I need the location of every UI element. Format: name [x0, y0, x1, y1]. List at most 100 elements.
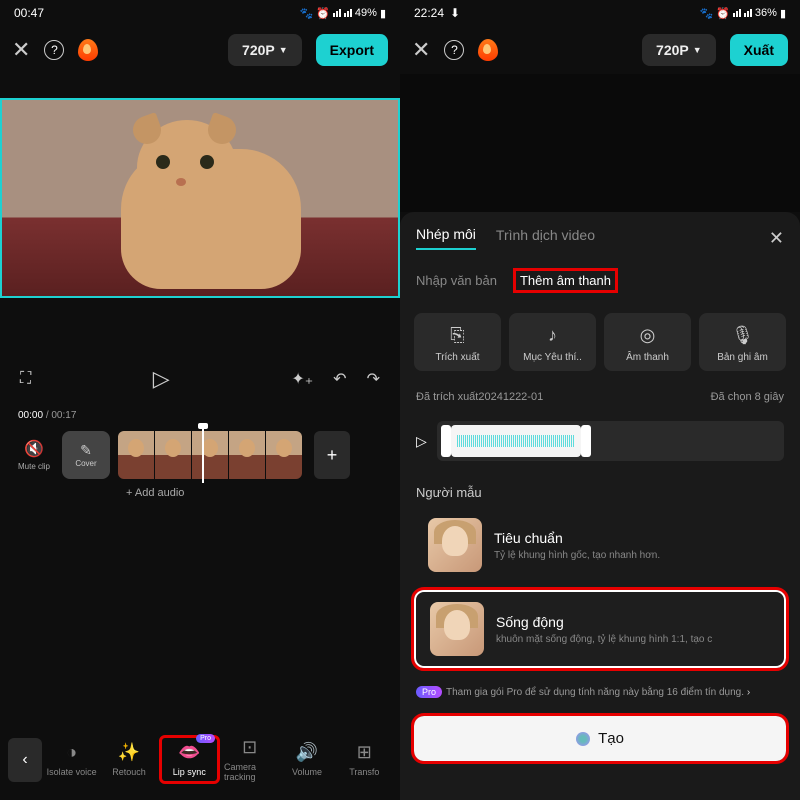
lip-sync-modal: Nhép môi Trình dịch video ✕ Nhập văn bản…: [400, 212, 800, 800]
source-favorites[interactable]: ♪ Mục Yêu thí..: [509, 313, 596, 371]
play-icon[interactable]: ▷: [153, 366, 170, 392]
source-label: Trích xuất: [435, 352, 479, 363]
chevron-down-icon: ▼: [279, 45, 288, 55]
tool-label: Camera tracking: [224, 762, 275, 782]
resolution-button[interactable]: 720P ▼: [228, 34, 302, 66]
extracted-info: Đã trích xuất20241222-01 Đã chọn 8 giây: [400, 381, 800, 413]
fire-icon[interactable]: [478, 39, 498, 61]
pencil-icon: ✎: [80, 442, 92, 459]
lips-icon: 👄: [178, 742, 200, 763]
model-subtitle: Tỷ lệ khung hình gốc, tạo nhanh hơn.: [494, 550, 772, 561]
source-recording[interactable]: 🎙 Bản ghi âm: [699, 313, 786, 371]
resolution-label: 720P: [242, 42, 275, 58]
cover-button[interactable]: ✎ Cover: [62, 431, 110, 479]
close-icon[interactable]: ✕: [412, 37, 430, 63]
source-label: Mục Yêu thí..: [523, 352, 582, 363]
timecode: 00:00 / 00:17: [0, 410, 400, 421]
ai-dot-icon: [576, 732, 590, 746]
close-modal-icon[interactable]: ✕: [769, 228, 784, 249]
export-label: Xuất: [744, 42, 774, 58]
export-label: Export: [330, 42, 374, 58]
tool-label: Transfo: [349, 767, 379, 777]
undo-icon[interactable]: ↶: [333, 369, 346, 389]
tab-video-translate[interactable]: Trình dịch video: [496, 227, 595, 249]
tool-retouch[interactable]: ✨ Retouch: [101, 738, 156, 781]
mic-icon: 🎙: [731, 325, 754, 346]
fire-icon[interactable]: [78, 39, 98, 61]
transform-icon: ⊞: [357, 742, 372, 763]
cover-label: Cover: [75, 459, 96, 468]
subtab-add-audio[interactable]: Thêm âm thanh: [513, 268, 618, 293]
right-screen: 22:24 ⬇ 🐾 ⏰ 36% ▮ ✕ ? 720P ▼ Xuất Nhép m…: [400, 0, 800, 800]
pro-badge: Pro: [416, 686, 442, 698]
back-button[interactable]: ‹: [8, 738, 42, 782]
waveform-track[interactable]: [437, 421, 784, 461]
close-icon[interactable]: ✕: [12, 37, 30, 63]
redo-icon[interactable]: ↷: [367, 369, 380, 389]
model-standard[interactable]: Tiêu chuẩn Tỷ lệ khung hình gốc, tạo nha…: [414, 508, 786, 582]
sparkle-add-icon[interactable]: ✦₊: [291, 369, 313, 389]
pro-note-text: Tham gia gói Pro để sử dụng tính năng nà…: [446, 687, 744, 698]
help-icon[interactable]: ?: [444, 40, 464, 60]
trim-end-handle[interactable]: [581, 425, 591, 457]
tool-label: Retouch: [112, 767, 146, 777]
tool-lip-sync[interactable]: Pro 👄 Lip sync: [159, 735, 220, 784]
help-icon[interactable]: ?: [44, 40, 64, 60]
add-audio-button[interactable]: + Add audio: [14, 479, 400, 507]
audio-waveform: ▷: [400, 413, 800, 475]
trim-start-handle[interactable]: [441, 425, 451, 457]
export-button[interactable]: Xuất: [730, 34, 788, 66]
signal-icon: [744, 9, 752, 17]
speaker-off-icon: 🔇: [24, 439, 44, 459]
tool-camera-tracking[interactable]: ⊡ Camera tracking: [222, 733, 277, 786]
video-clip[interactable]: 15.7s: [118, 431, 302, 479]
video-preview[interactable]: [0, 98, 400, 298]
resolution-button[interactable]: 720P ▼: [642, 34, 716, 66]
time-duration: 00:17: [51, 410, 76, 421]
play-audio-icon[interactable]: ▷: [416, 433, 427, 450]
player-controls: ⛶ ▷ ✦₊ ↶ ↷: [0, 348, 400, 410]
battery-icon: ▮: [380, 7, 386, 20]
mute-clip-button[interactable]: 🔇 Mute clip: [14, 439, 54, 471]
avatar: [428, 518, 482, 572]
source-audio[interactable]: ◎ Âm thanh: [604, 313, 691, 371]
fullscreen-icon[interactable]: ⛶: [20, 370, 31, 388]
mute-label: Mute clip: [18, 462, 50, 471]
modal-tabs: Nhép môi Trình dịch video ✕: [400, 226, 800, 258]
tool-transform[interactable]: ⊞ Transfo: [337, 738, 392, 781]
video-preview[interactable]: [400, 74, 800, 212]
playhead[interactable]: [202, 427, 204, 483]
clock: 22:24: [414, 6, 444, 20]
timeline[interactable]: 🔇 Mute clip ✎ Cover 15.7s + + Add audio: [0, 421, 400, 517]
model-title: Tiêu chuẩn: [494, 530, 772, 546]
subtab-text-input[interactable]: Nhập văn bản: [416, 273, 497, 288]
models-heading: Người mẫu: [400, 475, 800, 508]
paw-icon: 🐾: [700, 7, 714, 20]
audio-clip[interactable]: [451, 425, 581, 457]
pro-note: Pro Tham gia gói Pro để sử dụng tính năng…: [400, 676, 800, 710]
topbar: ✕ ? 720P ▼ Export: [0, 26, 400, 74]
tab-lip-sync[interactable]: Nhép môi: [416, 226, 476, 250]
model-dynamic[interactable]: Sống động khuôn mặt sống động, tỷ lệ khu…: [414, 590, 786, 668]
tool-label: Lip sync: [173, 767, 206, 777]
alarm-icon: ⏰: [716, 7, 730, 20]
create-label: Tạo: [598, 730, 624, 747]
create-button[interactable]: Tạo: [414, 716, 786, 761]
tool-isolate-voice[interactable]: ◑ Isolate voice: [44, 738, 99, 781]
voice-icon: ◑: [66, 742, 77, 763]
battery-text: 49%: [355, 7, 377, 19]
add-clip-button[interactable]: +: [314, 431, 350, 479]
signal-icon: [344, 9, 352, 17]
export-button[interactable]: Export: [316, 34, 388, 66]
left-screen: 00:47 🐾 ⏰ 49% ▮ ✕ ? 720P ▼ Export: [0, 0, 400, 800]
status-bar: 22:24 ⬇ 🐾 ⏰ 36% ▮: [400, 0, 800, 26]
add-audio-label: + Add audio: [126, 487, 184, 499]
pro-badge: Pro: [196, 734, 215, 743]
tiktok-icon: ♪: [548, 325, 557, 346]
selected-duration: Đã chọn 8 giây: [711, 391, 784, 403]
tracking-icon: ⊡: [242, 737, 257, 758]
tool-volume[interactable]: 🔊 Volume: [279, 738, 334, 781]
extract-icon: ⎘: [450, 325, 464, 346]
source-extract[interactable]: ⎘ Trích xuất: [414, 313, 501, 371]
bottom-toolbar: ‹ ◑ Isolate voice ✨ Retouch Pro 👄 Lip sy…: [0, 733, 400, 786]
